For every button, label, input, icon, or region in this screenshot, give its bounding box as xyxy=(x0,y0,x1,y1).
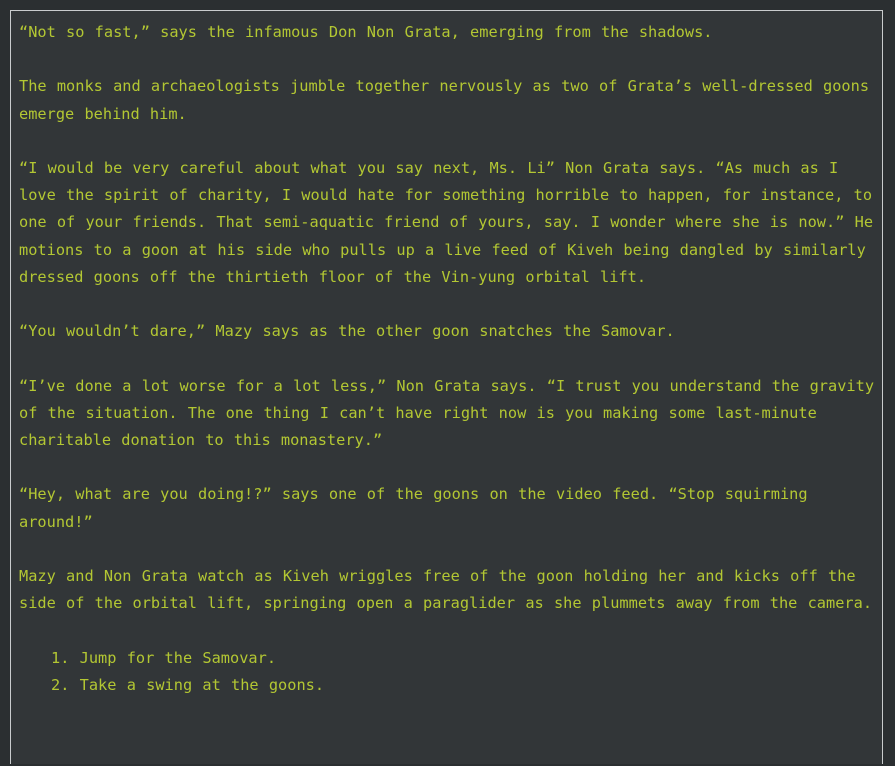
story-paragraph: “I’ve done a lot worse for a lot less,” … xyxy=(19,376,875,449)
choice-list: 1. Jump for the Samovar. 2. Take a swing… xyxy=(19,645,879,699)
choice-number: 1. xyxy=(51,648,70,667)
story-paragraph: The monks and archaeologists jumble toge… xyxy=(19,77,870,123)
choice-label: Take a swing at the goons. xyxy=(79,675,325,694)
choice-number: 2. xyxy=(51,675,70,694)
choice-swing-at-goons[interactable]: 2. Take a swing at the goons. xyxy=(51,672,879,699)
story-paragraph: “You wouldn’t dare,” Mazy says as the ot… xyxy=(19,322,675,341)
story-content: “Not so fast,” says the infamous Don Non… xyxy=(19,19,879,699)
story-panel: “Not so fast,” says the infamous Don Non… xyxy=(10,10,883,764)
story-paragraph: “Hey, what are you doing!?” says one of … xyxy=(19,485,808,531)
story-paragraph: “Not so fast,” says the infamous Don Non… xyxy=(19,23,713,41)
story-paragraph: “I would be very careful about what you … xyxy=(19,158,874,286)
choice-jump-for-samovar[interactable]: 1. Jump for the Samovar. xyxy=(51,645,879,672)
story-paragraph: Mazy and Non Grata watch as Kiveh wriggl… xyxy=(19,566,873,613)
choice-label: Jump for the Samovar. xyxy=(79,648,277,667)
